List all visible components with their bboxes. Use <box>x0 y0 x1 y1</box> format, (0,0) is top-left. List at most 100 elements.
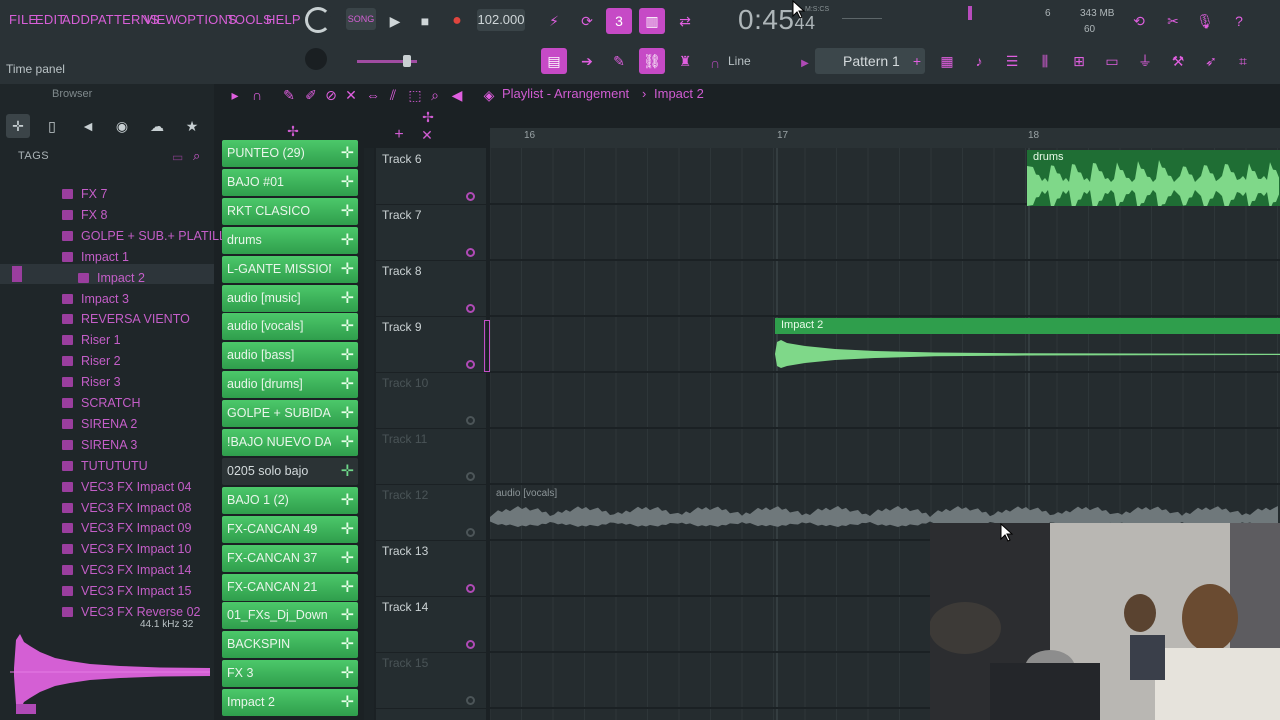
drag-handle-icon[interactable]: ✛ <box>341 432 354 452</box>
track-mute-toggle[interactable] <box>466 696 475 705</box>
drag-handle-icon[interactable]: ✛ <box>341 548 354 568</box>
drag-handle-icon[interactable]: ✛ <box>341 288 354 308</box>
track-label[interactable]: Track 8 <box>382 264 422 278</box>
browser-item[interactable]: VEC3 FX Impact 14 <box>62 560 191 580</box>
picker-item[interactable]: L-GANTE MISSION 19... ✛ <box>222 255 358 283</box>
stamp-icon[interactable]: ♜ <box>672 48 698 74</box>
track-mute-toggle[interactable] <box>466 304 475 313</box>
menu-help[interactable]: HELP <box>266 12 301 27</box>
menu-edit[interactable]: EDIT <box>35 12 65 27</box>
track-mute-toggle[interactable] <box>466 192 475 201</box>
magnet-snap-icon[interactable]: ∩ <box>244 82 270 108</box>
playback-icon[interactable]: ◀ <box>444 82 470 108</box>
track-mute-toggle[interactable] <box>466 584 475 593</box>
drag-handle-icon[interactable]: ✛ <box>341 663 354 683</box>
picker-scrollbar[interactable] <box>364 148 374 720</box>
picker-item[interactable]: BAJO 1 (2) ✛ <box>222 486 358 514</box>
browser-item[interactable]: REVERSA VIENTO <box>62 309 190 329</box>
browser-item[interactable]: Riser 1 <box>62 330 121 350</box>
scissors-icon[interactable]: ✂ <box>1160 8 1186 34</box>
master-pitch-knob[interactable] <box>305 48 327 70</box>
metronome-icon[interactable]: ⚡ <box>541 8 567 34</box>
move-icon[interactable]: ✢ <box>415 104 441 130</box>
picker-item[interactable]: FX-CANCAN 21 ✛ <box>222 573 358 601</box>
track-label[interactable]: Track 10 <box>382 376 428 390</box>
track-mute-toggle[interactable] <box>466 416 475 425</box>
picker-item[interactable]: audio [drums] ✛ <box>222 371 358 399</box>
track-mute-toggle[interactable] <box>466 248 475 257</box>
track-mute-toggle[interactable] <box>466 360 475 369</box>
file-icon[interactable]: ▭ <box>1099 48 1125 74</box>
playlist-icon[interactable]: ▦ <box>934 48 960 74</box>
track-label[interactable]: Track 7 <box>382 208 422 222</box>
browser-plugins-icon[interactable]: ◄ <box>76 114 100 138</box>
browser-item[interactable]: SIRENA 3 <box>62 435 137 455</box>
clip-drums[interactable]: drums <box>1027 150 1280 206</box>
drag-handle-icon[interactable]: ✛ <box>341 345 354 365</box>
step-edit-icon[interactable]: ▥ <box>639 8 665 34</box>
arrow-icon[interactable]: ➶ <box>1198 48 1224 74</box>
picker-item[interactable]: FX-CANCAN 37 ✛ <box>222 544 358 572</box>
clip-impact-2[interactable]: Impact 2 <box>775 318 1280 374</box>
arrangement-icon[interactable]: ◈ <box>476 82 502 108</box>
track-label[interactable]: Track 13 <box>382 544 428 558</box>
browser-star-icon[interactable]: ★ <box>180 114 204 138</box>
drag-handle-icon[interactable]: ✛ <box>341 259 354 279</box>
volume-slider-handle[interactable] <box>403 55 411 67</box>
browser-item[interactable]: Impact 1 <box>62 247 129 267</box>
search-icon[interactable]: ⌕ <box>193 148 200 164</box>
drag-handle-icon[interactable]: ✛ <box>341 316 354 336</box>
wait-input-icon[interactable]: ⇄ <box>672 8 698 34</box>
piano-roll-icon[interactable]: ♪ <box>966 48 992 74</box>
loop-record-icon[interactable]: ⟳ <box>574 8 600 34</box>
track-label[interactable]: Track 6 <box>382 152 422 166</box>
picker-item[interactable]: FX-CANCAN 49 ✛ <box>222 515 358 543</box>
picker-item[interactable]: audio [music] ✛ <box>222 284 358 312</box>
picker-item[interactable]: GOLPE + SUBIDA + PL... ✛ <box>222 400 358 428</box>
picker-item[interactable]: audio [vocals] ✛ <box>222 313 358 341</box>
browser-item[interactable]: Impact 2 <box>78 268 145 288</box>
track-label[interactable]: Track 12 <box>382 488 428 502</box>
arrow-right-icon[interactable]: ➔ <box>574 48 600 74</box>
picker-item[interactable]: PUNTEO (29) ✛ <box>222 140 358 167</box>
grid-icon[interactable]: ⌗ <box>1230 48 1256 74</box>
drag-handle-icon[interactable]: ✛ <box>341 577 354 597</box>
browser-item[interactable]: Impact 3 <box>62 289 129 309</box>
drag-handle-icon[interactable]: ✛ <box>341 143 354 163</box>
track-label[interactable]: Track 15 <box>382 656 428 670</box>
browser-item[interactable]: VEC3 FX Impact 10 <box>62 539 191 559</box>
browser-item[interactable]: TUTUTUTU <box>62 456 148 476</box>
drag-handle-icon[interactable]: ✛ <box>341 692 354 712</box>
wrench-icon[interactable]: ⚒ <box>1165 48 1191 74</box>
pat-song-toggle[interactable]: SONG <box>346 8 376 30</box>
master-volume-knob[interactable] <box>305 7 331 33</box>
drag-handle-icon[interactable]: ✛ <box>341 490 354 510</box>
drag-handle-icon[interactable]: ✛ <box>341 605 354 625</box>
drag-handle-icon[interactable]: ✛ <box>341 403 354 423</box>
browser-item[interactable]: FX 8 <box>62 205 107 225</box>
tempo-display[interactable]: 102.000 <box>477 9 525 31</box>
picker-item[interactable]: BACKSPIN ✛ <box>222 631 358 659</box>
browser-item[interactable]: FX 7 <box>62 184 107 204</box>
link-icon[interactable]: ⛓ <box>639 48 665 74</box>
draw-tool-icon[interactable]: ✎ <box>606 48 632 74</box>
magnet-icon[interactable]: ∩ <box>702 50 728 76</box>
track-mute-toggle[interactable] <box>466 472 475 481</box>
playlist-view-icon[interactable]: ▤ <box>541 48 567 74</box>
browser-files-icon[interactable]: ▯ <box>40 114 64 138</box>
picker-item[interactable]: audio [bass] ✛ <box>222 342 358 370</box>
help-icon[interactable]: ? <box>1226 8 1252 34</box>
track-label[interactable]: Track 9 <box>382 320 422 334</box>
browser-all-icon[interactable]: ✛ <box>6 114 30 138</box>
picker-item[interactable]: 0205 solo bajo ✛ <box>222 457 358 485</box>
folder-icon[interactable]: ▭ <box>172 150 183 164</box>
browser-item[interactable]: SCRATCH <box>62 393 141 413</box>
stop-icon[interactable]: ■ <box>412 8 438 34</box>
drag-handle-icon[interactable]: ✛ <box>341 374 354 394</box>
browser-item[interactable]: SIRENA 2 <box>62 414 137 434</box>
drag-handle-icon[interactable]: ✛ <box>341 519 354 539</box>
menu-file[interactable]: FILE <box>9 12 37 27</box>
tree-icon[interactable]: ⊞ <box>1066 48 1092 74</box>
drag-handle-icon[interactable]: ✛ <box>341 201 354 221</box>
snap-selector[interactable]: Line <box>728 54 751 68</box>
